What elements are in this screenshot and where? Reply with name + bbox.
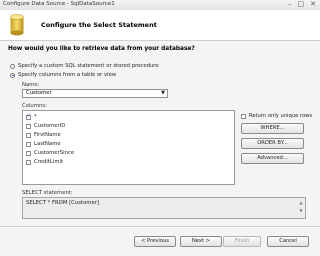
order-by-button[interactable]: ORDER BY... — [241, 138, 304, 149]
minimize-icon[interactable]: – — [288, 1, 292, 8]
select-statement-label: SELECT statement: — [22, 190, 73, 196]
column-item-lastname[interactable]: LastName — [26, 141, 61, 147]
cancel-button[interactable]: Cancel — [267, 236, 309, 247]
scroll-down-icon[interactable]: ▼ — [298, 207, 304, 215]
table-name-value: Customer — [26, 90, 52, 96]
column-checkbox[interactable] — [26, 150, 31, 156]
select-statement-box[interactable]: SELECT * FROM [Customer] ▲ ▼ — [22, 197, 306, 219]
columns-label: Columns: — [22, 103, 47, 109]
name-label: Name: — [22, 82, 40, 88]
chevron-down-icon: ▼ — [161, 90, 165, 96]
unique-rows-option[interactable]: Return only unique rows — [241, 113, 312, 119]
maximize-icon[interactable]: □ — [298, 1, 305, 8]
column-item-all[interactable]: * — [26, 113, 37, 120]
custom-sql-label: Specify a custom SQL statement or stored… — [18, 63, 159, 69]
scrollbar[interactable]: ▲ ▼ — [298, 199, 304, 217]
custom-sql-option[interactable]: Specify a custom SQL statement or stored… — [10, 63, 159, 69]
close-icon[interactable]: ✕ — [310, 1, 316, 8]
columns-list: * CustomerID FirstName LastName Customer… — [22, 110, 235, 185]
column-label: * — [34, 114, 37, 120]
column-checkbox[interactable] — [26, 132, 31, 138]
select-statement-text: SELECT * FROM [Customer] — [26, 200, 99, 206]
custom-sql-radio[interactable] — [10, 63, 15, 69]
column-label: LastName — [34, 141, 61, 147]
scroll-up-icon[interactable]: ▲ — [298, 199, 304, 207]
column-checkbox[interactable] — [26, 141, 31, 147]
table-name-select[interactable]: Customer ▼ — [22, 89, 168, 98]
column-label: CreditLimit — [34, 159, 64, 165]
finish-button[interactable]: Finish — [223, 236, 261, 247]
unique-rows-checkbox[interactable] — [241, 113, 246, 119]
column-label: CustomerID — [34, 123, 66, 129]
table-columns-label: Specify columns from a table or view — [18, 72, 117, 78]
column-item-customerid[interactable]: CustomerID — [26, 123, 65, 129]
column-item-customersince[interactable]: CustomerSince — [26, 150, 74, 156]
next-button[interactable]: Next > — [180, 236, 222, 247]
page-title: Configure the Select Statement — [41, 21, 157, 29]
footer-divider — [0, 226, 320, 227]
column-checkbox[interactable] — [26, 113, 31, 120]
column-checkbox[interactable] — [26, 123, 31, 129]
window-controls: – □ ✕ — [288, 1, 316, 8]
column-checkbox[interactable] — [26, 159, 31, 165]
column-item-creditlimit[interactable]: CreditLimit — [26, 159, 63, 165]
table-columns-option[interactable]: Specify columns from a table or view — [10, 72, 116, 78]
column-item-firstname[interactable]: FirstName — [26, 132, 61, 138]
database-icon — [10, 14, 24, 36]
table-columns-radio[interactable] — [10, 72, 15, 78]
unique-rows-label: Return only unique rows — [249, 113, 313, 119]
column-label: CustomerSince — [34, 150, 75, 156]
where-button[interactable]: WHERE... — [241, 123, 304, 134]
wizard-header: Configure the Select Statement — [0, 10, 320, 41]
window-title: Configure Data Source - SqlDataSource1 — [3, 1, 115, 7]
advanced-button[interactable]: Advanced... — [241, 153, 304, 164]
previous-button[interactable]: < Previous — [134, 236, 176, 247]
column-label: FirstName — [34, 132, 61, 138]
retrieve-question: How would you like to retrieve data from… — [8, 46, 195, 52]
